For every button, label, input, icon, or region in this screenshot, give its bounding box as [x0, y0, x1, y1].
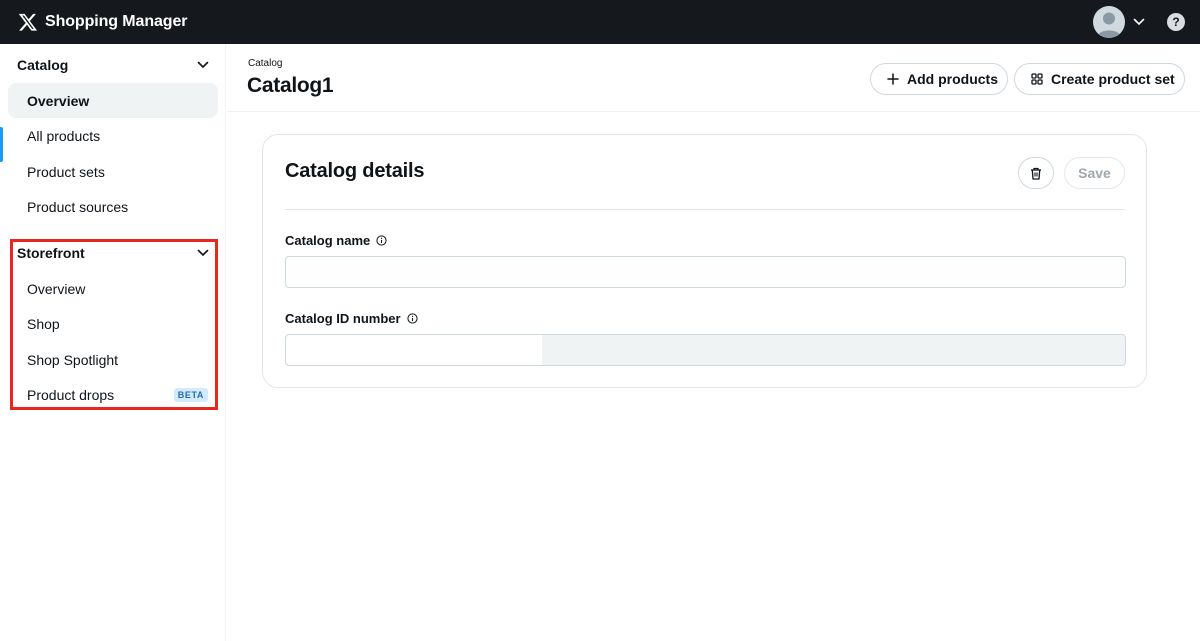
sidebar-item-all-products[interactable]: All products [8, 118, 218, 153]
divider [285, 209, 1125, 210]
catalog-id-label: Catalog ID number [285, 311, 418, 326]
sidebar-item-label: Overview [27, 92, 90, 109]
sidebar-item-label: Shop Spotlight [27, 351, 119, 368]
delete-button[interactable] [1018, 157, 1054, 189]
catalog-section-title: Catalog [17, 57, 69, 73]
x-logo-icon [18, 13, 38, 31]
help-icon[interactable]: ? [1167, 13, 1185, 31]
chevron-down-icon [1133, 18, 1145, 25]
user-icon [1097, 12, 1121, 38]
grid-icon [1031, 73, 1043, 85]
create-product-set-button[interactable]: Create product set [1014, 63, 1185, 95]
top-bar: Shopping Manager ? [0, 0, 1200, 44]
sidebar-item-label: Shop [27, 315, 60, 332]
info-icon[interactable] [376, 235, 387, 246]
catalog-name-label-text: Catalog name [285, 233, 371, 248]
brand[interactable]: Shopping Manager [18, 12, 188, 32]
active-indicator [0, 127, 3, 162]
add-products-label: Add products [907, 71, 998, 87]
sidebar-item-product-drops[interactable]: Product drops BETA [8, 377, 218, 412]
sidebar-item-label: All products [27, 127, 101, 144]
storefront-section-title: Storefront [17, 245, 85, 261]
sidebar: Catalog Overview All products Product se… [0, 44, 226, 641]
sidebar-item-product-sets[interactable]: Product sets [8, 154, 218, 189]
catalog-details-card: Catalog details Save Catalog name Catalo… [262, 134, 1147, 388]
page-header: Catalog Catalog1 Add products Create pro… [227, 44, 1200, 112]
sidebar-item-label: Product sets [27, 163, 105, 180]
info-icon[interactable] [406, 313, 418, 324]
sidebar-item-label: Product drops [27, 386, 115, 403]
account-menu[interactable] [1093, 6, 1145, 38]
save-button[interactable]: Save [1064, 157, 1125, 189]
create-product-set-label: Create product set [1051, 71, 1175, 87]
catalog-name-input[interactable] [285, 256, 1126, 288]
avatar [1093, 6, 1125, 38]
plus-icon [887, 73, 899, 85]
sidebar-item-catalog-overview[interactable]: Overview [8, 83, 218, 118]
sidebar-item-product-sources[interactable]: Product sources [8, 189, 218, 224]
sidebar-item-shop[interactable]: Shop [8, 306, 218, 341]
chevron-down-icon [197, 61, 209, 68]
catalog-id-label-text: Catalog ID number [285, 311, 401, 326]
page-title: Catalog1 [247, 74, 334, 97]
trash-icon [1031, 167, 1041, 180]
catalog-id-field [285, 334, 1126, 366]
chevron-down-icon [197, 249, 209, 256]
sidebar-item-shop-spotlight[interactable]: Shop Spotlight [8, 342, 218, 377]
breadcrumb[interactable]: Catalog [248, 58, 282, 69]
card-title: Catalog details [285, 160, 425, 182]
sidebar-item-label: Overview [27, 280, 86, 297]
storefront-section-toggle[interactable]: Storefront [17, 240, 209, 266]
catalog-section-toggle[interactable]: Catalog [17, 52, 209, 78]
catalog-name-label: Catalog name [285, 233, 387, 248]
sidebar-item-label: Product sources [27, 198, 129, 215]
beta-badge: BETA [173, 388, 208, 402]
add-products-button[interactable]: Add products [870, 63, 1008, 95]
catalog-id-value-area [286, 335, 542, 365]
app-title: Shopping Manager [45, 13, 188, 30]
sidebar-item-storefront-overview[interactable]: Overview [8, 271, 218, 306]
